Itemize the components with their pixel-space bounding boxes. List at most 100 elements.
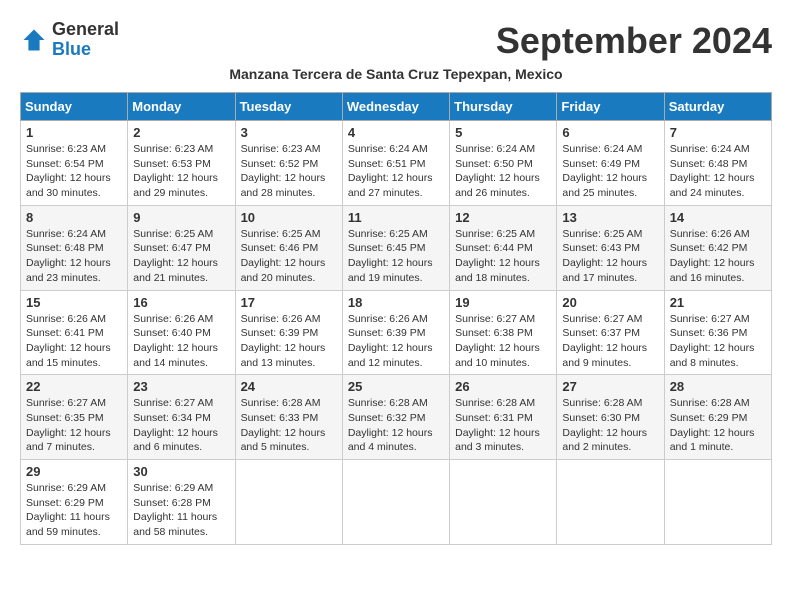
- sunrise: Sunrise: 6:26 AM: [348, 313, 428, 325]
- sunset: Sunset: 6:35 PM: [26, 412, 104, 424]
- sunrise: Sunrise: 6:28 AM: [241, 397, 321, 409]
- sunset: Sunset: 6:50 PM: [455, 158, 533, 170]
- day-info: Sunrise: 6:23 AM Sunset: 6:52 PM Dayligh…: [241, 142, 337, 201]
- sunset: Sunset: 6:53 PM: [133, 158, 211, 170]
- day-number: 5: [455, 125, 551, 140]
- daylight: Daylight: 12 hours and 3 minutes.: [455, 427, 540, 454]
- daylight: Daylight: 12 hours and 17 minutes.: [562, 257, 647, 284]
- daylight: Daylight: 12 hours and 19 minutes.: [348, 257, 433, 284]
- sunset: Sunset: 6:47 PM: [133, 242, 211, 254]
- sunset: Sunset: 6:28 PM: [133, 497, 211, 509]
- table-row: 12 Sunrise: 6:25 AM Sunset: 6:44 PM Dayl…: [450, 205, 557, 290]
- day-number: 23: [133, 379, 229, 394]
- sunset: Sunset: 6:44 PM: [455, 242, 533, 254]
- sunrise: Sunrise: 6:25 AM: [455, 228, 535, 240]
- day-info: Sunrise: 6:25 AM Sunset: 6:46 PM Dayligh…: [241, 227, 337, 286]
- calendar-week-row: 22 Sunrise: 6:27 AM Sunset: 6:35 PM Dayl…: [21, 375, 772, 460]
- day-number: 7: [670, 125, 766, 140]
- day-info: Sunrise: 6:24 AM Sunset: 6:49 PM Dayligh…: [562, 142, 658, 201]
- sunrise: Sunrise: 6:25 AM: [133, 228, 213, 240]
- sunrise: Sunrise: 6:25 AM: [562, 228, 642, 240]
- daylight: Daylight: 12 hours and 25 minutes.: [562, 172, 647, 199]
- sunset: Sunset: 6:34 PM: [133, 412, 211, 424]
- day-info: Sunrise: 6:28 AM Sunset: 6:30 PM Dayligh…: [562, 396, 658, 455]
- sunset: Sunset: 6:49 PM: [562, 158, 640, 170]
- sunset: Sunset: 6:31 PM: [455, 412, 533, 424]
- sunrise: Sunrise: 6:24 AM: [26, 228, 106, 240]
- sunset: Sunset: 6:45 PM: [348, 242, 426, 254]
- month-title: September 2024: [496, 20, 772, 62]
- day-number: 15: [26, 295, 122, 310]
- sunrise: Sunrise: 6:29 AM: [26, 482, 106, 494]
- sunrise: Sunrise: 6:24 AM: [562, 143, 642, 155]
- daylight: Daylight: 12 hours and 7 minutes.: [26, 427, 111, 454]
- table-row: 29 Sunrise: 6:29 AM Sunset: 6:29 PM Dayl…: [21, 460, 128, 545]
- sunrise: Sunrise: 6:27 AM: [562, 313, 642, 325]
- sunrise: Sunrise: 6:27 AM: [133, 397, 213, 409]
- table-row: 10 Sunrise: 6:25 AM Sunset: 6:46 PM Dayl…: [235, 205, 342, 290]
- sunset: Sunset: 6:48 PM: [26, 242, 104, 254]
- table-row: 21 Sunrise: 6:27 AM Sunset: 6:36 PM Dayl…: [664, 290, 771, 375]
- logo-blue: Blue: [52, 39, 91, 59]
- day-number: 27: [562, 379, 658, 394]
- table-row: 3 Sunrise: 6:23 AM Sunset: 6:52 PM Dayli…: [235, 121, 342, 206]
- daylight: Daylight: 12 hours and 8 minutes.: [670, 342, 755, 369]
- daylight: Daylight: 12 hours and 4 minutes.: [348, 427, 433, 454]
- sunrise: Sunrise: 6:26 AM: [241, 313, 321, 325]
- day-info: Sunrise: 6:23 AM Sunset: 6:53 PM Dayligh…: [133, 142, 229, 201]
- table-row: 25 Sunrise: 6:28 AM Sunset: 6:32 PM Dayl…: [342, 375, 449, 460]
- sunset: Sunset: 6:48 PM: [670, 158, 748, 170]
- day-info: Sunrise: 6:25 AM Sunset: 6:47 PM Dayligh…: [133, 227, 229, 286]
- table-row: 30 Sunrise: 6:29 AM Sunset: 6:28 PM Dayl…: [128, 460, 235, 545]
- daylight: Daylight: 12 hours and 21 minutes.: [133, 257, 218, 284]
- daylight: Daylight: 12 hours and 20 minutes.: [241, 257, 326, 284]
- sunrise: Sunrise: 6:23 AM: [133, 143, 213, 155]
- table-row: 24 Sunrise: 6:28 AM Sunset: 6:33 PM Dayl…: [235, 375, 342, 460]
- sunset: Sunset: 6:30 PM: [562, 412, 640, 424]
- daylight: Daylight: 12 hours and 14 minutes.: [133, 342, 218, 369]
- daylight: Daylight: 12 hours and 30 minutes.: [26, 172, 111, 199]
- sunset: Sunset: 6:36 PM: [670, 327, 748, 339]
- day-number: 20: [562, 295, 658, 310]
- table-row: [450, 460, 557, 545]
- day-info: Sunrise: 6:27 AM Sunset: 6:36 PM Dayligh…: [670, 312, 766, 371]
- sunrise: Sunrise: 6:27 AM: [455, 313, 535, 325]
- day-number: 8: [26, 210, 122, 225]
- calendar-week-row: 8 Sunrise: 6:24 AM Sunset: 6:48 PM Dayli…: [21, 205, 772, 290]
- calendar-week-row: 15 Sunrise: 6:26 AM Sunset: 6:41 PM Dayl…: [21, 290, 772, 375]
- day-number: 29: [26, 464, 122, 479]
- day-info: Sunrise: 6:28 AM Sunset: 6:29 PM Dayligh…: [670, 396, 766, 455]
- day-info: Sunrise: 6:26 AM Sunset: 6:39 PM Dayligh…: [241, 312, 337, 371]
- logo-icon: [20, 26, 48, 54]
- day-info: Sunrise: 6:26 AM Sunset: 6:39 PM Dayligh…: [348, 312, 444, 371]
- table-row: [557, 460, 664, 545]
- sunrise: Sunrise: 6:26 AM: [670, 228, 750, 240]
- day-info: Sunrise: 6:29 AM Sunset: 6:28 PM Dayligh…: [133, 481, 229, 540]
- table-row: 27 Sunrise: 6:28 AM Sunset: 6:30 PM Dayl…: [557, 375, 664, 460]
- sunset: Sunset: 6:51 PM: [348, 158, 426, 170]
- table-row: 13 Sunrise: 6:25 AM Sunset: 6:43 PM Dayl…: [557, 205, 664, 290]
- subtitle: Manzana Tercera de Santa Cruz Tepexpan, …: [20, 66, 772, 82]
- day-number: 22: [26, 379, 122, 394]
- day-number: 13: [562, 210, 658, 225]
- daylight: Daylight: 12 hours and 27 minutes.: [348, 172, 433, 199]
- sunrise: Sunrise: 6:29 AM: [133, 482, 213, 494]
- day-number: 9: [133, 210, 229, 225]
- daylight: Daylight: 12 hours and 15 minutes.: [26, 342, 111, 369]
- sunrise: Sunrise: 6:24 AM: [455, 143, 535, 155]
- table-row: 2 Sunrise: 6:23 AM Sunset: 6:53 PM Dayli…: [128, 121, 235, 206]
- table-row: 14 Sunrise: 6:26 AM Sunset: 6:42 PM Dayl…: [664, 205, 771, 290]
- day-info: Sunrise: 6:24 AM Sunset: 6:51 PM Dayligh…: [348, 142, 444, 201]
- day-info: Sunrise: 6:24 AM Sunset: 6:50 PM Dayligh…: [455, 142, 551, 201]
- sunset: Sunset: 6:37 PM: [562, 327, 640, 339]
- daylight: Daylight: 11 hours and 58 minutes.: [133, 511, 217, 538]
- calendar-table: Sunday Monday Tuesday Wednesday Thursday…: [20, 92, 772, 545]
- sunset: Sunset: 6:29 PM: [670, 412, 748, 424]
- day-number: 4: [348, 125, 444, 140]
- table-row: 6 Sunrise: 6:24 AM Sunset: 6:49 PM Dayli…: [557, 121, 664, 206]
- sunset: Sunset: 6:39 PM: [348, 327, 426, 339]
- table-row: 7 Sunrise: 6:24 AM Sunset: 6:48 PM Dayli…: [664, 121, 771, 206]
- day-info: Sunrise: 6:26 AM Sunset: 6:41 PM Dayligh…: [26, 312, 122, 371]
- daylight: Daylight: 12 hours and 9 minutes.: [562, 342, 647, 369]
- day-number: 1: [26, 125, 122, 140]
